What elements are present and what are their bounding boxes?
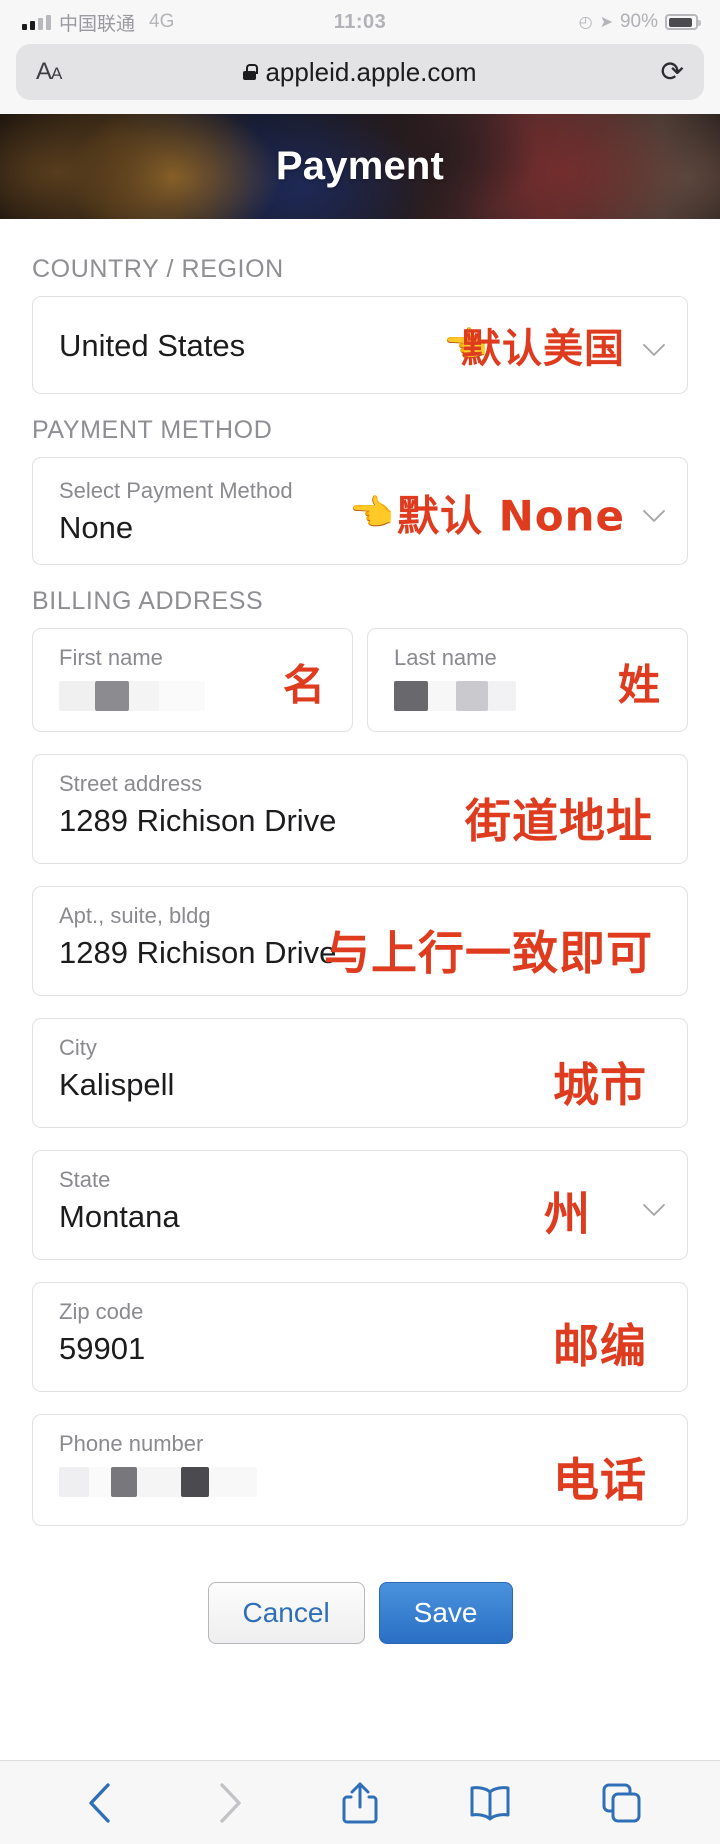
first-name-field[interactable]: First name 名: [32, 628, 353, 732]
apt-suite-field[interactable]: Apt., suite, bldg 1289 Richison Drive 与上…: [32, 886, 688, 996]
country-region-select[interactable]: United States 👈 默认美国: [32, 296, 688, 394]
payment-form: COUNTRY / REGION United States 👈 默认美国 PA…: [0, 219, 720, 1644]
first-name-redacted-value: [59, 679, 326, 713]
state-label: State: [59, 1165, 661, 1195]
tabs-button[interactable]: [599, 1781, 643, 1825]
first-name-label: First name: [59, 643, 326, 673]
url-display: appleid.apple.com: [16, 57, 704, 88]
tabs-icon: [601, 1782, 641, 1824]
city-field[interactable]: City Kalispell 城市: [32, 1018, 688, 1128]
zip-code-value: 59901: [59, 1329, 661, 1369]
bookmarks-button[interactable]: [468, 1781, 512, 1825]
share-icon: [341, 1780, 379, 1826]
last-name-redacted-value: [394, 679, 661, 713]
chevron-down-icon-country[interactable]: [643, 334, 665, 356]
apt-suite-label: Apt., suite, bldg: [59, 901, 661, 931]
street-address-label: Street address: [59, 769, 661, 799]
country-value: United States: [59, 326, 245, 366]
safari-bottom-toolbar: [0, 1760, 720, 1844]
payment-method-value: None: [59, 508, 661, 548]
section-label-billing-address: BILLING ADDRESS: [32, 587, 688, 616]
zip-code-label: Zip code: [59, 1297, 661, 1327]
text-size-button[interactable]: AA: [36, 58, 61, 86]
phone-number-label: Phone number: [59, 1429, 661, 1459]
chevron-right-icon: [217, 1782, 243, 1824]
book-icon: [468, 1784, 512, 1822]
city-value: Kalispell: [59, 1065, 661, 1105]
section-label-payment-method: PAYMENT METHOD: [32, 416, 688, 445]
city-label: City: [59, 1033, 661, 1063]
reload-icon[interactable]: ⟳: [661, 58, 684, 86]
section-label-country: COUNTRY / REGION: [32, 255, 688, 284]
chevron-down-icon-state[interactable]: [643, 1194, 665, 1216]
zip-code-field[interactable]: Zip code 59901 邮编: [32, 1282, 688, 1392]
annotation-country: 默认美国: [461, 316, 625, 374]
share-button[interactable]: [338, 1781, 382, 1825]
payment-method-select[interactable]: Select Payment Method None 👈 默认 None: [32, 457, 688, 565]
chevron-left-icon: [86, 1782, 112, 1824]
status-bar-clock: 11:03: [0, 11, 720, 34]
lock-icon: [243, 64, 256, 80]
last-name-label: Last name: [394, 643, 661, 673]
chevron-down-icon-payment[interactable]: [643, 500, 665, 522]
battery-icon: [665, 14, 698, 30]
state-value: Montana: [59, 1197, 661, 1237]
apt-suite-value: 1289 Richison Drive: [59, 933, 661, 973]
back-button[interactable]: [77, 1781, 121, 1825]
safari-url-bar-container: AA appleid.apple.com ⟳: [0, 44, 720, 114]
ios-status-bar: 中国联通 4G 11:03 ◴ ➤ 90%: [0, 0, 720, 44]
street-address-value: 1289 Richison Drive: [59, 801, 661, 841]
page-hero-header: Payment: [0, 114, 720, 219]
payment-method-label: Select Payment Method: [59, 476, 661, 506]
cancel-button[interactable]: Cancel: [208, 1582, 365, 1644]
page-title: Payment: [276, 144, 444, 189]
pointing-hand-emoji-country: 👈: [443, 324, 489, 366]
name-fields-row: First name 名 Last name 姓: [32, 628, 688, 754]
form-actions: Cancel Save: [32, 1582, 688, 1644]
phone-screen: 中国联通 4G 11:03 ◴ ➤ 90% AA appleid.apple.c…: [0, 0, 720, 1844]
street-address-field[interactable]: Street address 1289 Richison Drive 街道地址: [32, 754, 688, 864]
save-button[interactable]: Save: [379, 1582, 513, 1644]
url-text: appleid.apple.com: [265, 57, 476, 88]
phone-number-redacted-value: [59, 1465, 661, 1499]
phone-number-field[interactable]: Phone number 电话: [32, 1414, 688, 1526]
forward-button[interactable]: [208, 1781, 252, 1825]
last-name-field[interactable]: Last name 姓: [367, 628, 688, 732]
safari-address-bar[interactable]: AA appleid.apple.com ⟳: [16, 44, 704, 100]
state-select[interactable]: State Montana 州: [32, 1150, 688, 1260]
